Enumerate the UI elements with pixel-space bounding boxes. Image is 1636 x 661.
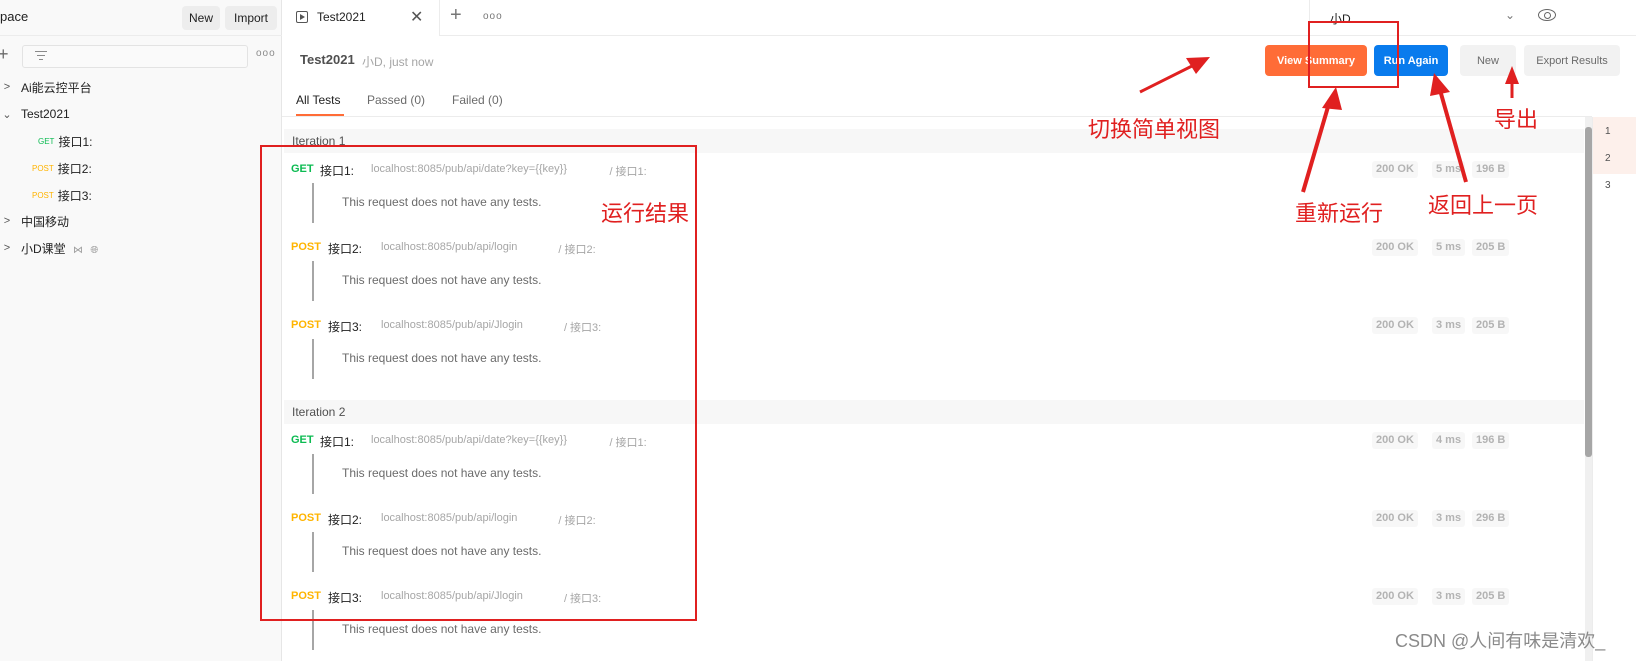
time-badge: 3 ms bbox=[1432, 510, 1466, 527]
annotation-rerun: 重新运行 bbox=[1295, 201, 1384, 226]
team-icon: ⋈ bbox=[73, 244, 84, 256]
size-badge: 196 B bbox=[1472, 161, 1510, 178]
new-tab-icon[interactable]: + bbox=[450, 4, 462, 27]
annotation-switch-view: 切换简单视图 bbox=[1088, 117, 1221, 142]
request-item[interactable]: POST 接口3: bbox=[32, 182, 92, 208]
eye-icon[interactable] bbox=[1538, 9, 1556, 21]
annotation-run-box bbox=[1308, 21, 1399, 88]
time-badge: 3 ms bbox=[1432, 588, 1466, 605]
tab-passed[interactable]: Passed (0) bbox=[367, 93, 425, 107]
filter-input[interactable] bbox=[22, 45, 248, 68]
status-badge: 200 OK bbox=[1372, 161, 1418, 178]
scrollbar-thumb[interactable] bbox=[1585, 127, 1592, 457]
status-badge: 200 OK bbox=[1372, 239, 1418, 256]
sidebar: pace New Import + ooo > Ai能云控平台 ⌄ Test20… bbox=[0, 0, 282, 661]
annotation-back: 返回上一页 bbox=[1428, 193, 1539, 218]
watermark: CSDN @人间有味是清欢_ bbox=[1395, 631, 1606, 651]
globe-icon: 🌐︎ bbox=[90, 244, 99, 256]
collection-item[interactable]: > Ai能云控平台 bbox=[0, 74, 282, 100]
method-badge: POST bbox=[32, 163, 54, 173]
method-badge: GET bbox=[38, 136, 55, 146]
size-badge: 205 B bbox=[1472, 239, 1510, 256]
request-item[interactable]: GET 接口1: bbox=[38, 128, 92, 154]
chevron-down-icon: ⌄ bbox=[1505, 8, 1516, 22]
iteration-nav-item[interactable]: 2 bbox=[1593, 144, 1636, 174]
runner-icon bbox=[296, 11, 308, 23]
filter-icon bbox=[35, 51, 47, 61]
request-item[interactable]: POST 接口2: bbox=[32, 155, 92, 181]
runner-meta: 小D, just now bbox=[362, 55, 434, 69]
collection-name-wrap: 小D课堂 ⋈ 🌐︎ bbox=[21, 240, 98, 257]
size-badge: 196 B bbox=[1472, 432, 1510, 449]
collection-name: Ai能云控平台 bbox=[21, 80, 92, 95]
time-badge: 5 ms bbox=[1432, 239, 1466, 256]
status-badge: 200 OK bbox=[1372, 432, 1418, 449]
tab-test2021[interactable]: Test2021 ✕ bbox=[282, 0, 440, 36]
time-badge: 5 ms bbox=[1432, 161, 1466, 178]
status-badge: 200 OK bbox=[1372, 317, 1418, 334]
annotation-results: 运行结果 bbox=[601, 201, 690, 226]
runner-title: Test2021 bbox=[300, 52, 355, 67]
collection-item[interactable]: > 中国移动 bbox=[0, 208, 282, 234]
method-badge: POST bbox=[32, 190, 54, 200]
more-tabs-icon[interactable]: ooo bbox=[483, 11, 503, 22]
test-message: This request does not have any tests. bbox=[342, 622, 542, 636]
new-run-button[interactable]: New bbox=[1460, 45, 1516, 76]
iteration-nav-item[interactable]: 1 bbox=[1593, 117, 1636, 147]
size-badge: 205 B bbox=[1472, 317, 1510, 334]
request-name: 接口1: bbox=[58, 134, 93, 149]
arrow-head bbox=[1322, 87, 1342, 110]
tab-title: Test2021 bbox=[317, 10, 366, 24]
iteration-nav: 1 2 3 bbox=[1592, 117, 1636, 661]
tab-all-tests[interactable]: All Tests bbox=[296, 93, 340, 107]
request-name: 接口3: bbox=[57, 188, 92, 203]
status-badge: 200 OK bbox=[1372, 588, 1418, 605]
new-button[interactable]: New bbox=[182, 6, 220, 30]
time-badge: 3 ms bbox=[1432, 317, 1466, 334]
annotation-export: 导出 bbox=[1494, 107, 1539, 132]
import-button[interactable]: Import bbox=[225, 6, 277, 30]
arrow-head bbox=[1430, 73, 1450, 96]
collection-name: Test2021 bbox=[21, 107, 70, 121]
size-badge: 296 B bbox=[1472, 510, 1510, 527]
sidebar-toolbar: + ooo bbox=[0, 36, 282, 76]
request-name: 接口2: bbox=[57, 161, 92, 176]
plus-icon[interactable]: + bbox=[0, 44, 9, 65]
workspace-title: pace bbox=[0, 9, 29, 24]
chevron-right-icon: > bbox=[3, 215, 11, 227]
collection-name: 中国移动 bbox=[21, 214, 70, 229]
size-badge: 205 B bbox=[1472, 588, 1510, 605]
iteration-nav-item[interactable]: 3 bbox=[1593, 171, 1636, 201]
tab-bar: Test2021 ✕ + ooo 小D ⌄ bbox=[282, 0, 1636, 36]
arrow-head bbox=[1186, 57, 1210, 74]
status-badge: 200 OK bbox=[1372, 510, 1418, 527]
chevron-right-icon: > bbox=[3, 242, 11, 254]
chevron-down-icon: ⌄ bbox=[2, 108, 12, 121]
arrow-line bbox=[1139, 62, 1197, 94]
close-icon[interactable]: ✕ bbox=[410, 7, 423, 27]
chevron-right-icon: > bbox=[3, 81, 11, 93]
export-results-button[interactable]: Export Results bbox=[1524, 45, 1620, 76]
tab-failed[interactable]: Failed (0) bbox=[452, 93, 503, 107]
workspace-header: pace New Import bbox=[0, 0, 282, 36]
collection-item[interactable]: > 小D课堂 ⋈ 🌐︎ bbox=[0, 235, 282, 261]
more-options-icon[interactable]: ooo bbox=[256, 48, 276, 59]
collection-item[interactable]: ⌄ Test2021 bbox=[0, 101, 282, 127]
collection-name: 小D课堂 bbox=[21, 241, 66, 256]
time-badge: 4 ms bbox=[1432, 432, 1466, 449]
